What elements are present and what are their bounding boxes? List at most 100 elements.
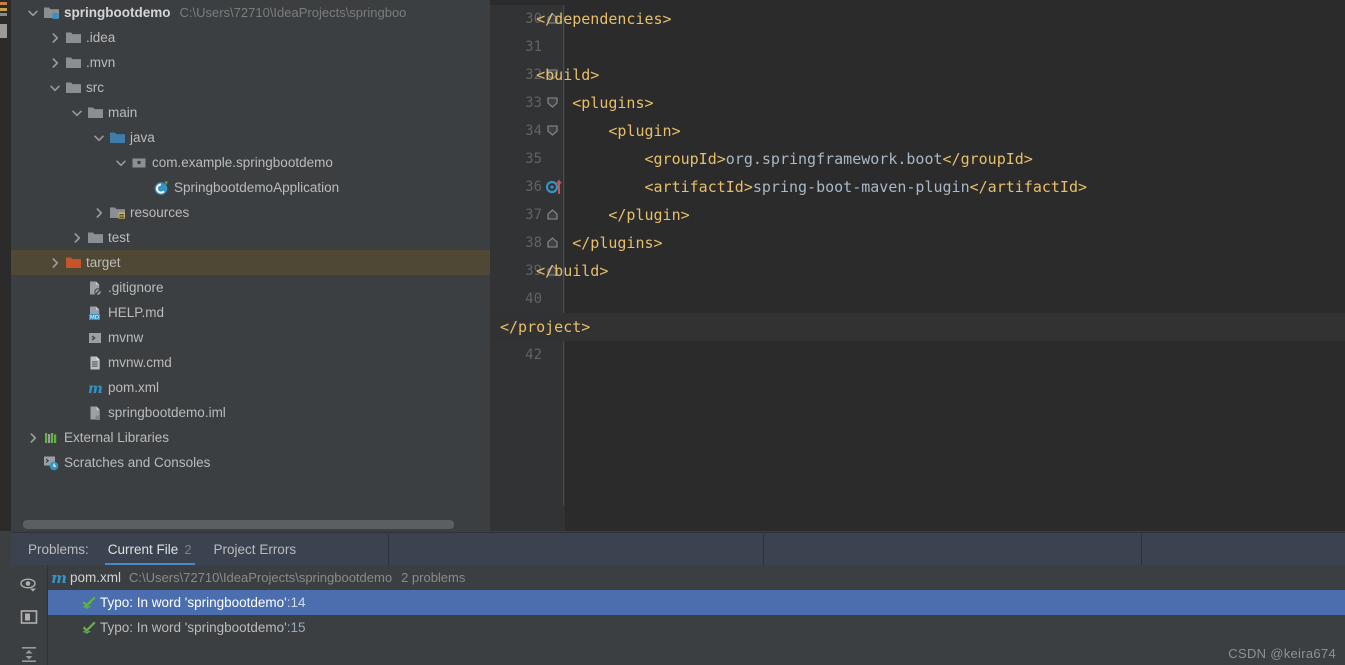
tree-arrow-placeholder bbox=[25, 450, 41, 475]
maven-file-icon: m bbox=[85, 375, 105, 400]
editor-line[interactable]: <artifactId>spring-boot-maven-plugin</ar… bbox=[490, 173, 1345, 201]
tree-row[interactable]: resources bbox=[11, 200, 490, 225]
preview-split-icon[interactable] bbox=[16, 605, 42, 628]
problems-file-count: 2 problems bbox=[401, 570, 466, 585]
tree-row[interactable]: Scratches and Consoles bbox=[11, 450, 490, 475]
editor-line-text: </dependencies> bbox=[536, 10, 672, 28]
tree-row[interactable]: main bbox=[11, 100, 490, 125]
chevron-down-icon[interactable] bbox=[25, 0, 41, 25]
problem-item-row[interactable]: Typo: In word 'springbootdemo' :14 bbox=[48, 590, 1345, 615]
editor-line[interactable]: </dependencies> bbox=[490, 5, 1345, 33]
tab-bar-separator-2 bbox=[763, 534, 764, 566]
tree-row[interactable]: External Libraries bbox=[11, 425, 490, 450]
tree-row-label: java bbox=[130, 130, 155, 145]
editor-line[interactable]: </plugin> bbox=[490, 201, 1345, 229]
project-tree-horizontal-scrollbar[interactable] bbox=[23, 520, 454, 529]
tab-bar-separator-3 bbox=[1141, 534, 1142, 566]
chevron-right-icon[interactable] bbox=[91, 200, 107, 225]
problem-item-row[interactable]: Typo: In word 'springbootdemo' :15 bbox=[48, 615, 1345, 640]
problem-item-line: :15 bbox=[286, 620, 306, 635]
tree-row-root[interactable]: springbootdemo C:\Users\72710\IdeaProject… bbox=[11, 0, 490, 25]
editor-line[interactable]: </plugins> bbox=[490, 229, 1345, 257]
resource-folder-icon bbox=[107, 200, 127, 225]
tree-row-label: test bbox=[108, 230, 130, 245]
tree-row[interactable]: .gitignore bbox=[11, 275, 490, 300]
editor-line-text: </plugin> bbox=[608, 206, 690, 224]
shell-script-icon bbox=[85, 325, 105, 350]
tree-arrow-placeholder bbox=[69, 275, 85, 300]
tree-row-label: SpringbootdemoApplication bbox=[174, 180, 340, 195]
chevron-down-icon[interactable] bbox=[47, 75, 63, 100]
tree-row[interactable]: .idea bbox=[11, 25, 490, 50]
chevron-right-icon[interactable] bbox=[69, 225, 85, 250]
editor-line[interactable]: <plugins> bbox=[490, 89, 1345, 117]
inspection-eye-icon[interactable] bbox=[16, 573, 42, 596]
problems-side-toolbar bbox=[11, 565, 48, 665]
tree-row-label: HELP.md bbox=[108, 305, 165, 320]
problems-tab-bar: Problems: Current File 2 Project Errors bbox=[11, 532, 1345, 566]
tree-row[interactable]: target bbox=[11, 250, 490, 275]
project-tool-window[interactable]: springbootdemo C:\Users\72710\IdeaProject… bbox=[11, 0, 491, 531]
tab-current-file-label: Current File bbox=[107, 542, 179, 557]
tree-row-label: .gitignore bbox=[108, 280, 164, 295]
chevron-right-icon[interactable] bbox=[47, 25, 63, 50]
tree-arrow-placeholder bbox=[69, 350, 85, 375]
tree-row[interactable]: .mvn bbox=[11, 50, 490, 75]
module-folder-icon bbox=[41, 0, 61, 25]
tree-row[interactable]: MD HELP.md bbox=[11, 300, 490, 325]
scratches-icon bbox=[41, 450, 61, 475]
editor-line-text: <artifactId>spring-boot-maven-plugin</ar… bbox=[644, 178, 1088, 196]
tab-current-file[interactable]: Current File 2 bbox=[97, 533, 203, 566]
svg-text:MD: MD bbox=[90, 315, 99, 321]
problems-file-path: C:\Users\72710\IdeaProjects\springbootde… bbox=[129, 570, 393, 585]
tab-project-errors[interactable]: Project Errors bbox=[203, 533, 308, 566]
chevron-down-icon[interactable] bbox=[69, 100, 85, 125]
tree-row[interactable]: springbootdemo.iml bbox=[11, 400, 490, 425]
problems-tool-window: Problems: Current File 2 Project Errors bbox=[0, 531, 1345, 665]
editor-line[interactable] bbox=[490, 33, 1345, 61]
chevron-down-icon[interactable] bbox=[91, 125, 107, 150]
edge-sliver-orange bbox=[0, 2, 7, 5]
problems-item-container: Typo: In word 'springbootdemo' :14 Typo:… bbox=[48, 590, 1345, 640]
source-folder-icon bbox=[107, 125, 127, 150]
java-class-icon bbox=[151, 175, 171, 200]
problems-panel-title: Problems: bbox=[28, 542, 89, 557]
editor-line[interactable] bbox=[490, 341, 1345, 369]
problems-file-row[interactable]: m pom.xml C:\Users\72710\IdeaProjects\sp… bbox=[48, 565, 1345, 590]
tree-row[interactable]: m pom.xml bbox=[11, 375, 490, 400]
folder-icon bbox=[85, 225, 105, 250]
chevron-down-icon[interactable] bbox=[113, 150, 129, 175]
project-tree[interactable]: springbootdemo C:\Users\72710\IdeaProject… bbox=[11, 0, 490, 475]
edge-sliver-gray bbox=[0, 13, 7, 16]
tree-row[interactable]: SpringbootdemoApplication bbox=[11, 175, 490, 200]
tree-row-label: src bbox=[86, 80, 104, 95]
problems-list[interactable]: m pom.xml C:\Users\72710\IdeaProjects\sp… bbox=[48, 565, 1345, 665]
tree-row-label: main bbox=[108, 105, 138, 120]
tree-row[interactable]: java bbox=[11, 125, 490, 150]
tree-row-label: pom.xml bbox=[108, 380, 160, 395]
tree-row-label: springbootdemo bbox=[64, 5, 171, 20]
editor-line[interactable] bbox=[490, 285, 1345, 313]
problems-file-name: pom.xml bbox=[70, 570, 122, 585]
chevron-right-icon[interactable] bbox=[25, 425, 41, 450]
tree-row[interactable]: mvnw.cmd bbox=[11, 350, 490, 375]
editor-line[interactable]: <build> bbox=[490, 61, 1345, 89]
editor-line[interactable]: <groupId>org.springframework.boot</group… bbox=[490, 145, 1345, 173]
tab-bar-separator-1 bbox=[388, 534, 389, 566]
tree-row[interactable]: mvnw bbox=[11, 325, 490, 350]
tab-project-errors-label: Project Errors bbox=[213, 542, 297, 557]
problem-item-line: :14 bbox=[286, 595, 306, 610]
tree-row[interactable]: src bbox=[11, 75, 490, 100]
expand-collapse-icon[interactable] bbox=[16, 642, 42, 665]
tree-row-label: com.example.springbootdemo bbox=[152, 155, 333, 170]
chevron-right-icon[interactable] bbox=[47, 250, 63, 275]
editor-line[interactable]: </build> bbox=[490, 257, 1345, 285]
tree-row-label: resources bbox=[130, 205, 190, 220]
code-editor[interactable]: </dependency> 30 </dependencies>3132 <bu… bbox=[490, 0, 1345, 531]
tree-row[interactable]: test bbox=[11, 225, 490, 250]
chevron-right-icon[interactable] bbox=[47, 50, 63, 75]
tree-row[interactable]: com.example.springbootdemo bbox=[11, 150, 490, 175]
editor-line[interactable]: </project> bbox=[490, 313, 1345, 341]
editor-line[interactable]: <plugin> bbox=[490, 117, 1345, 145]
gitignore-file-icon bbox=[85, 275, 105, 300]
